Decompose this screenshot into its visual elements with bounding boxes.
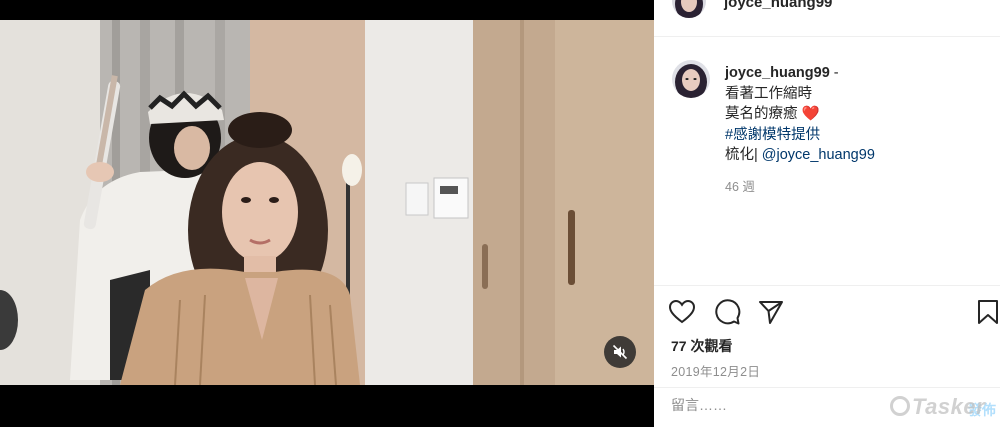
view-count[interactable]: 77 次觀看 bbox=[671, 336, 732, 356]
caption: joyce_huang99- 看著工作縮時 莫名的療癒 ❤️ #感謝模特提供 梳… bbox=[654, 38, 1000, 284]
caption-avatar[interactable] bbox=[672, 60, 710, 98]
comment-bubble-icon bbox=[715, 299, 741, 325]
bookmark-icon bbox=[978, 300, 998, 324]
caption-credit-prefix: 梳化| bbox=[725, 147, 762, 163]
caption-dash: - bbox=[833, 65, 839, 81]
caption-text: joyce_huang99- 看著工作縮時 莫名的療癒 ❤️ #感謝模特提供 梳… bbox=[725, 63, 875, 166]
comment-input[interactable] bbox=[671, 397, 871, 413]
paper-plane-icon bbox=[759, 301, 783, 324]
video-frame-image bbox=[0, 20, 654, 385]
header-username-link[interactable]: joyce_huang99 bbox=[724, 0, 832, 11]
heart-emoji: ❤️ bbox=[801, 106, 820, 122]
post-comment-button[interactable]: 發佈 bbox=[968, 400, 996, 420]
post-header: joyce_huang99 bbox=[654, 0, 1000, 37]
video-pane bbox=[0, 0, 654, 427]
avatar-image bbox=[672, 0, 706, 18]
avatar[interactable] bbox=[672, 0, 706, 18]
comment-button[interactable] bbox=[713, 298, 741, 326]
caption-line-2: 莫名的療癒 bbox=[725, 106, 798, 122]
mute-toggle-button[interactable] bbox=[604, 336, 636, 368]
share-button[interactable] bbox=[757, 298, 785, 326]
mention-link[interactable]: @joyce_huang99 bbox=[762, 147, 875, 163]
caption-time-ago[interactable]: 46 週 bbox=[725, 176, 755, 195]
speaker-muted-icon bbox=[612, 344, 628, 360]
save-button[interactable] bbox=[974, 298, 1000, 326]
action-bar: 77 次觀看 2019年12月2日 bbox=[654, 285, 1000, 387]
heart-outline-icon bbox=[668, 299, 696, 324]
post-date[interactable]: 2019年12月2日 bbox=[671, 361, 760, 380]
like-button[interactable] bbox=[668, 298, 696, 326]
hashtag-link[interactable]: #感謝模特提供 bbox=[725, 125, 875, 146]
comment-section: 發佈 bbox=[654, 387, 1000, 427]
caption-line-1: 看著工作縮時 bbox=[725, 85, 812, 102]
video-player[interactable] bbox=[0, 20, 654, 385]
caption-username-link[interactable]: joyce_huang99 bbox=[725, 65, 830, 81]
post-sidebar: joyce_huang99 joyce_huang99- 看著工作縮時 莫名的療… bbox=[654, 0, 1000, 427]
avatar-image bbox=[672, 60, 710, 98]
